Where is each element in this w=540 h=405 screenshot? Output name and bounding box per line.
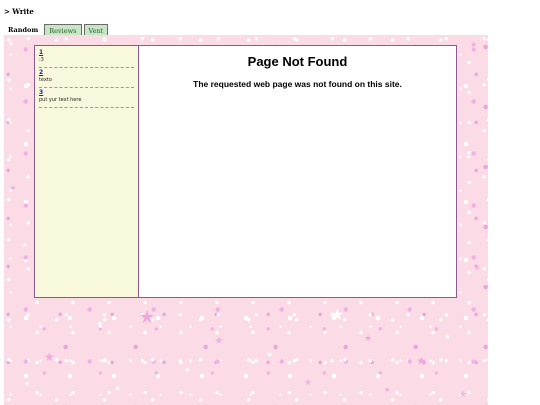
star-icon: ★	[470, 40, 478, 49]
star-icon: ★	[139, 307, 156, 328]
post-sidebar: 1 :3 2 texto 3 put yur text here	[35, 46, 139, 297]
error-title: Page Not Found	[247, 54, 348, 69]
star-icon: ★	[114, 384, 122, 393]
star-icon: ★	[266, 350, 274, 359]
star-icon: ★	[330, 305, 345, 324]
star-icon: ★	[444, 332, 452, 341]
post-text: :3	[39, 57, 44, 63]
list-item: 2 texto	[39, 68, 134, 88]
star-icon: ★	[364, 334, 373, 344]
post-link-3[interactable]: 3	[39, 89, 134, 97]
post-link-1[interactable]: 1	[39, 49, 134, 57]
post-text: texto	[39, 77, 52, 83]
post-text: put yur text here	[39, 97, 82, 103]
error-message: The requested web page was not found on …	[193, 79, 402, 89]
star-icon: ★	[474, 264, 481, 272]
list-item: 3 put yur text here	[39, 88, 134, 108]
post-link-2[interactable]: 2	[39, 69, 134, 77]
star-icon: ★	[10, 184, 17, 192]
star-icon: ★	[96, 320, 105, 330]
main-content: Page Not Found The requested web page wa…	[139, 46, 456, 297]
star-icon: ★	[304, 378, 313, 388]
star-icon: ★	[24, 380, 31, 388]
star-icon: ★	[459, 390, 468, 400]
star-icon: ★	[466, 154, 472, 161]
content-frame: 1 :3 2 texto 3 put yur text here Page No…	[34, 45, 457, 298]
star-icon: ★	[44, 350, 55, 364]
star-icon: ★	[8, 40, 15, 48]
star-icon: ★	[384, 386, 391, 394]
star-icon: ★	[214, 334, 224, 347]
star-icon: ★	[416, 354, 427, 368]
star-icon: ★	[22, 242, 28, 249]
starry-background: ★ ★ ★ ★ ★ ★ ★ ★ ★ ★ ★ ★ ★ ★ ★ ★ ★ ★ ★ ★ …	[4, 35, 488, 405]
star-icon: ★	[184, 366, 191, 374]
list-item: 1 :3	[39, 48, 134, 68]
page-title: > Write	[4, 7, 34, 16]
